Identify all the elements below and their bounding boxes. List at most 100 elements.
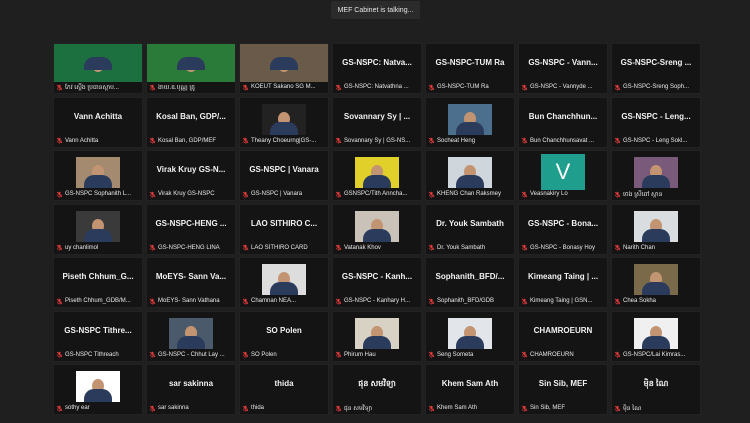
participant-tile[interactable]: ចេង ស្រីពៅ ស្កាន (611, 150, 701, 201)
mic-muted-icon (149, 191, 156, 198)
mic-muted-icon (428, 351, 435, 358)
participant-tile[interactable]: Vann Achitta Vann Achitta (53, 96, 143, 148)
participant-name-text: Sophanith_BFD/GDB (437, 298, 495, 304)
participant-tile[interactable]: MoEYS- Sann Va... MoEYS- Sann Vathana (146, 257, 236, 308)
participant-tile[interactable]: Kosal Ban, GDP/... Kosal Ban, GDP/MEF (146, 96, 236, 148)
participant-name-label: Sovannary Sy | GS-NS... (335, 136, 419, 146)
participant-tile[interactable]: ម៉ិន ណៃ ម៉ិន ណៃ (611, 364, 701, 415)
participant-tile[interactable]: GS-NSPC Tithre... GS-NSPC Tithreach (53, 310, 143, 362)
participant-tile[interactable]: Dr. Youk Sambath Dr. Youk Sambath (425, 203, 515, 255)
mic-muted-icon (56, 298, 63, 305)
participant-name-text: Phirum Hau (344, 351, 376, 358)
participant-tile[interactable]: Chea Sokha (611, 257, 701, 308)
participant-name-label: Vann Achitta (56, 136, 140, 146)
participant-name-text: GS-NSPC - Leng Sokl... (623, 137, 688, 144)
participant-tile[interactable]: sar sakinna sar sakinna (146, 364, 236, 415)
participant-display-name: Virak Kruy GS-N... (156, 165, 226, 174)
participant-tile[interactable]: Vatanak Khov (332, 203, 422, 255)
participant-tile[interactable]: ផុន សមវិទ្យា ផុន សមវិទ្យា (332, 364, 422, 415)
participant-tile[interactable]: GS-NSPC-Sreng ... GS-NSPC-Sreng Soph... (611, 43, 701, 94)
participant-name-label: ម៉ិន ណៃ (614, 403, 698, 413)
participant-display-name: Kimeang Taing | ... (527, 272, 599, 281)
participant-tile[interactable]: SO Polen SO Polen (239, 310, 329, 362)
participant-name-text: Chamnan NEA... (251, 298, 297, 304)
participant-name-label: Veasnakiry Lo (521, 189, 605, 199)
participant-tile[interactable]: uy chanlimol (53, 203, 143, 255)
participant-display-name: GS-NSPC Tithre... (64, 325, 132, 335)
participant-tile[interactable]: Seng Someta (425, 310, 515, 362)
participant-tile[interactable]: GS-NSPC - Kanh... GS-NSPC - Kanhary H... (332, 257, 422, 308)
participant-video (355, 210, 399, 242)
participant-tile[interactable]: ងាយ.ឌ.បុណ្ណ គ្រូ (146, 43, 236, 94)
mic-muted-icon (428, 244, 435, 251)
mic-muted-icon (335, 244, 342, 251)
participant-name-text: MoEYS- Sann Vathana (158, 298, 220, 304)
participant-tile[interactable]: Kimeang Taing | ... Kimeang Taing | GSN..… (518, 257, 608, 308)
participant-video (147, 44, 235, 82)
participant-tile[interactable]: GS-NSPC - Chhut Lay ... (146, 310, 236, 362)
participant-name-label: ងាយ.ឌ.បុណ្ណ គ្រូ (149, 82, 233, 92)
participant-tile[interactable]: KOEUT Sakano SG M... (239, 43, 329, 94)
participant-name-label: Sin Sib, MEF (521, 403, 605, 413)
participant-tile[interactable]: Narith Chan (611, 203, 701, 255)
participant-tile[interactable]: Khem Sam Ath Khem Sam Ath (425, 364, 515, 415)
participant-name-text: GS-NSPC/Lai Kimras... (623, 351, 686, 358)
participant-video (355, 317, 399, 349)
participant-tile[interactable]: GS-NSPC Sophanith L... (53, 150, 143, 201)
participant-tile[interactable]: GSNSPC/Tith Anncha... (332, 150, 422, 201)
participant-tile[interactable]: Sophanith_BFD/... Sophanith_BFD/GDB (425, 257, 515, 308)
participant-name-label: sar sakinna (149, 403, 233, 413)
participant-tile[interactable]: V Veasnakiry Lo (518, 150, 608, 201)
participant-tile[interactable]: CHAMROEURN CHAMROEURN (518, 310, 608, 362)
participant-tile[interactable]: Socheat Heng (425, 96, 515, 148)
participant-tile[interactable]: sothy ear (53, 364, 143, 415)
participant-display-name: ម៉ិន ណៃ (643, 378, 669, 388)
participant-tile[interactable]: GS-NSPC-HENG ... GS-NSPC-HENG LINA (146, 203, 236, 255)
participant-display-name: ផុន សមវិទ្យា (358, 378, 396, 388)
participant-name-text: SO Polen (251, 351, 277, 358)
mic-muted-icon (614, 191, 621, 198)
participant-name-label: GSNSPC/Tith Anncha... (335, 189, 419, 199)
participant-avatar: V (541, 154, 585, 190)
participant-name-label: sothy ear (56, 403, 140, 413)
participant-name-text: thida (251, 405, 265, 411)
participant-name-text: KHENG Chan Raksmey (437, 191, 502, 197)
participant-name-label: ផុន សមវិទ្យា (335, 403, 419, 413)
participant-tile[interactable]: GS-NSPC - Vann... GS-NSPC - Vannyde ... (518, 43, 608, 94)
participant-video (634, 317, 678, 349)
participant-name-text: Kimeang Taing | GSN... (530, 298, 593, 304)
participant-tile[interactable]: GS-NSPC/Lai Kimras... (611, 310, 701, 362)
mic-muted-icon (242, 191, 249, 198)
mic-muted-icon (149, 244, 156, 251)
participant-tile[interactable]: LAO SITHIRO C... LAO SITHIRO CARD (239, 203, 329, 255)
participant-tile[interactable]: GS-NSPC - Leng... GS-NSPC - Leng Sokl... (611, 96, 701, 148)
participant-tile[interactable]: GS-NSPC: Natva... GS-NSPC: Natvathna ... (332, 43, 422, 94)
participant-name-text: Khem Sam Ath (437, 405, 478, 411)
participant-name-text: GS-NSPC - Kanhary H... (344, 298, 411, 304)
participant-display-name: Sin Sib, MEF (538, 379, 588, 388)
participant-tile[interactable]: Phirum Hau (332, 310, 422, 362)
participant-tile[interactable]: GS-NSPC - Bona... GS-NSPC - Bonasy Hoy (518, 203, 608, 255)
participant-video (448, 317, 492, 349)
participant-name-label: GS-NSPC Tithreach (56, 350, 140, 360)
participant-tile[interactable]: Sin Sib, MEF Sin Sib, MEF (518, 364, 608, 415)
participant-name-label: GS-NSPC - Kanhary H... (335, 296, 419, 306)
participant-name-label: Kimeang Taing | GSN... (521, 296, 605, 306)
participant-tile[interactable]: Bun Chanchhun... Bun Chanchhunsavat ... (518, 96, 608, 148)
participant-tile[interactable]: thida thida (239, 364, 329, 415)
participant-tile[interactable]: KHENG Chan Raksmey (425, 150, 515, 201)
participant-tile[interactable]: Chamnan NEA... (239, 257, 329, 308)
participant-display-name: GS-NSPC-Sreng ... (620, 58, 692, 67)
participant-tile[interactable]: GS-NSPC-TUM Ra GS-NSPC-TUM Ra (425, 43, 515, 94)
participant-name-label: Khem Sam Ath (428, 403, 512, 413)
participant-tile[interactable]: កែវ ស្ដើង ប្រធានស្ដាប... (53, 43, 143, 94)
participant-tile[interactable]: GS-NSPC | Vanara GS-NSPC | Vanara (239, 150, 329, 201)
participant-display-name: Sophanith_BFD/... (435, 272, 505, 281)
participant-tile[interactable]: Virak Kruy GS-N... Virak Kruy GS-NSPC (146, 150, 236, 201)
participant-tile[interactable]: Sovannary Sy | ... Sovannary Sy | GS-NS..… (332, 96, 422, 148)
participant-tile[interactable]: Theany Choeurng|GS-... (239, 96, 329, 148)
participant-name-text: GSNSPC/Tith Anncha... (344, 191, 408, 197)
participant-video (76, 371, 120, 402)
participant-tile[interactable]: Piseth Chhum_G... Piseth Chhum_GDB/M... (53, 257, 143, 308)
participant-video (355, 157, 399, 188)
